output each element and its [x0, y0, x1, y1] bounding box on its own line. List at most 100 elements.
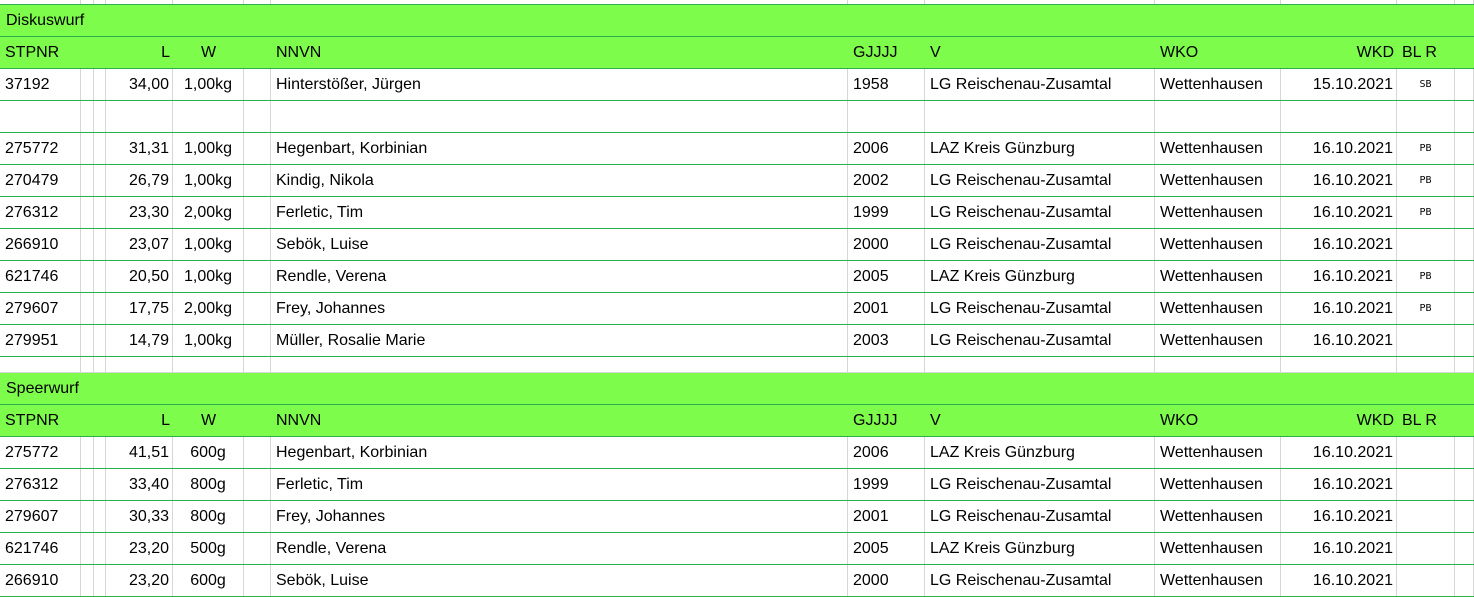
- cell-name[interactable]: [271, 357, 848, 372]
- cell-venue[interactable]: Wettenhausen: [1155, 437, 1281, 468]
- cell-gap-a[interactable]: [81, 533, 94, 564]
- cell-year[interactable]: 2001: [848, 501, 925, 532]
- cell-gap-b[interactable]: [94, 133, 106, 164]
- cell-gap-b[interactable]: [94, 261, 106, 292]
- cell-stpnr[interactable]: 276312: [0, 197, 81, 228]
- cell-date[interactable]: [1281, 357, 1397, 372]
- cell-gap-d[interactable]: [1455, 501, 1474, 532]
- cell-name[interactable]: Sebök, Luise: [271, 229, 848, 260]
- cell-club[interactable]: LG Reischenau-Zusamtal: [925, 229, 1155, 260]
- cell-name[interactable]: Hinterstößer, Jürgen: [271, 69, 848, 100]
- cell-stpnr[interactable]: 266910: [0, 565, 81, 596]
- cell-gap-d[interactable]: [1455, 357, 1474, 372]
- cell-year[interactable]: 2001: [848, 293, 925, 324]
- cell-venue[interactable]: [1155, 0, 1281, 4]
- cell-club[interactable]: LG Reischenau-Zusamtal: [925, 165, 1155, 196]
- cell-length[interactable]: 26,79: [106, 165, 173, 196]
- cell-mark[interactable]: [1397, 469, 1455, 500]
- cell-gap-d[interactable]: [1455, 437, 1474, 468]
- cell-venue[interactable]: Wettenhausen: [1155, 469, 1281, 500]
- cell-gap-b[interactable]: [94, 101, 106, 132]
- cell-stpnr[interactable]: 621746: [0, 261, 81, 292]
- cell-gap-a[interactable]: [81, 0, 94, 4]
- cell-length[interactable]: 20,50: [106, 261, 173, 292]
- cell-length[interactable]: [106, 357, 173, 372]
- cell-venue[interactable]: Wettenhausen: [1155, 533, 1281, 564]
- cell-date[interactable]: 16.10.2021: [1281, 325, 1397, 356]
- cell-year[interactable]: [848, 101, 925, 132]
- cell-year[interactable]: 2006: [848, 133, 925, 164]
- cell-venue[interactable]: Wettenhausen: [1155, 165, 1281, 196]
- cell-gap-a[interactable]: [81, 69, 94, 100]
- cell-club[interactable]: LG Reischenau-Zusamtal: [925, 293, 1155, 324]
- cell-name[interactable]: Ferletic, Tim: [271, 469, 848, 500]
- cell-gap-c[interactable]: [244, 437, 271, 468]
- cell-name[interactable]: Frey, Johannes: [271, 293, 848, 324]
- cell-mark[interactable]: [1397, 357, 1455, 372]
- cell-gap-c[interactable]: [244, 69, 271, 100]
- cell-gap-b[interactable]: [94, 565, 106, 596]
- cell-gap-c[interactable]: [244, 197, 271, 228]
- cell-length[interactable]: 33,40: [106, 469, 173, 500]
- cell-name[interactable]: Hegenbart, Korbinian: [271, 437, 848, 468]
- cell-date[interactable]: 16.10.2021: [1281, 133, 1397, 164]
- cell-date[interactable]: [1281, 101, 1397, 132]
- cell-mark[interactable]: PB: [1397, 293, 1455, 324]
- cell-stpnr[interactable]: 276312: [0, 469, 81, 500]
- cell-club[interactable]: LAZ Kreis Günzburg: [925, 261, 1155, 292]
- cell-gap-d[interactable]: [1455, 69, 1474, 100]
- cell-gap-c[interactable]: [244, 501, 271, 532]
- cell-date[interactable]: 16.10.2021: [1281, 501, 1397, 532]
- cell-date[interactable]: [1281, 0, 1397, 4]
- cell-gap-d[interactable]: [1455, 469, 1474, 500]
- cell-gap-d[interactable]: [1455, 533, 1474, 564]
- cell-name[interactable]: Kindig, Nikola: [271, 165, 848, 196]
- cell-club[interactable]: LAZ Kreis Günzburg: [925, 437, 1155, 468]
- cell-venue[interactable]: Wettenhausen: [1155, 293, 1281, 324]
- cell-mark[interactable]: [1397, 501, 1455, 532]
- cell-gap-a[interactable]: [81, 357, 94, 372]
- cell-name[interactable]: Rendle, Verena: [271, 533, 848, 564]
- cell-mark[interactable]: PB: [1397, 197, 1455, 228]
- cell-name[interactable]: Sebök, Luise: [271, 565, 848, 596]
- cell-name[interactable]: Rendle, Verena: [271, 261, 848, 292]
- cell-gap-b[interactable]: [94, 437, 106, 468]
- cell-gap-c[interactable]: [244, 165, 271, 196]
- cell-weight[interactable]: 800g: [173, 469, 244, 500]
- cell-name[interactable]: Ferletic, Tim: [271, 197, 848, 228]
- cell-stpnr[interactable]: 275772: [0, 437, 81, 468]
- cell-stpnr[interactable]: 621746: [0, 533, 81, 564]
- cell-club[interactable]: LG Reischenau-Zusamtal: [925, 69, 1155, 100]
- cell-gap-c[interactable]: [244, 229, 271, 260]
- cell-gap-d[interactable]: [1455, 197, 1474, 228]
- cell-name[interactable]: Müller, Rosalie Marie: [271, 325, 848, 356]
- cell-weight[interactable]: 1,00kg: [173, 325, 244, 356]
- cell-mark[interactable]: [1397, 325, 1455, 356]
- cell-length[interactable]: 23,20: [106, 533, 173, 564]
- cell-stpnr[interactable]: [0, 0, 81, 4]
- cell-date[interactable]: 16.10.2021: [1281, 261, 1397, 292]
- cell-weight[interactable]: 1,00kg: [173, 69, 244, 100]
- cell-year[interactable]: 2002: [848, 165, 925, 196]
- cell-mark[interactable]: [1397, 0, 1455, 4]
- cell-gap-b[interactable]: [94, 325, 106, 356]
- cell-mark[interactable]: PB: [1397, 165, 1455, 196]
- cell-gap-d[interactable]: [1455, 565, 1474, 596]
- cell-stpnr[interactable]: 266910: [0, 229, 81, 260]
- cell-year[interactable]: 1999: [848, 469, 925, 500]
- cell-mark[interactable]: SB: [1397, 69, 1455, 100]
- cell-venue[interactable]: Wettenhausen: [1155, 69, 1281, 100]
- cell-gap-c[interactable]: [244, 357, 271, 372]
- cell-gap-c[interactable]: [244, 469, 271, 500]
- cell-mark[interactable]: PB: [1397, 133, 1455, 164]
- cell-mark[interactable]: [1397, 565, 1455, 596]
- cell-length[interactable]: 23,20: [106, 565, 173, 596]
- cell-gap-b[interactable]: [94, 0, 106, 4]
- cell-gap-d[interactable]: [1455, 165, 1474, 196]
- cell-club[interactable]: [925, 357, 1155, 372]
- cell-gap-c[interactable]: [244, 325, 271, 356]
- cell-club[interactable]: [925, 101, 1155, 132]
- cell-club[interactable]: LAZ Kreis Günzburg: [925, 133, 1155, 164]
- cell-date[interactable]: 16.10.2021: [1281, 165, 1397, 196]
- cell-gap-c[interactable]: [244, 293, 271, 324]
